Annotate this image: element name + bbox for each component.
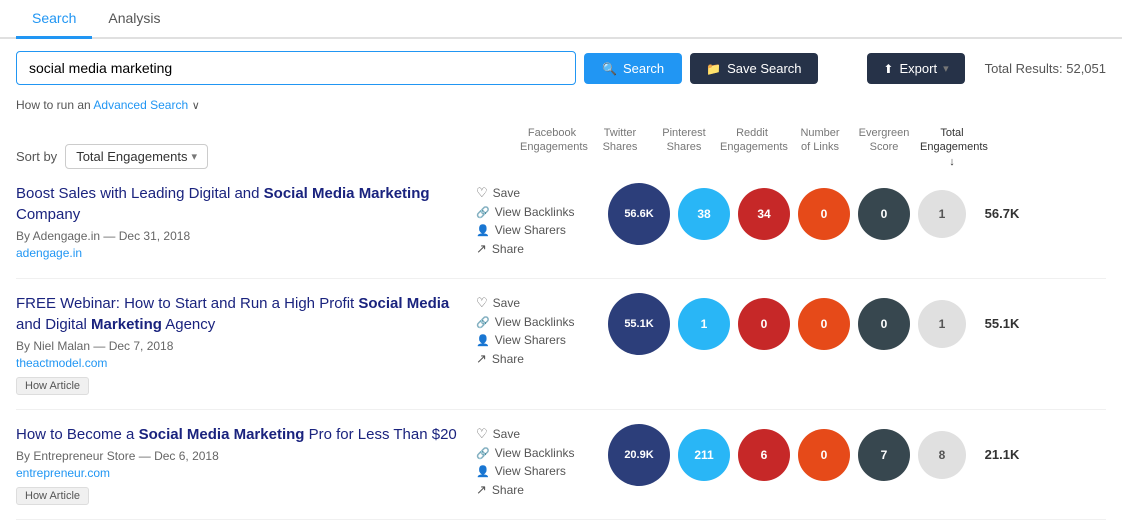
save-icon	[476, 185, 488, 201]
tabs-bar: Search Analysis	[0, 0, 1122, 39]
folder-icon	[706, 61, 721, 76]
metric-twitter: 1	[678, 298, 730, 350]
table-row: Boost Sales with Leading Digital and Soc…	[16, 169, 1106, 279]
chevron-down-icon: ▾	[943, 62, 949, 75]
export-icon	[883, 61, 893, 76]
metric-evergreen: 1	[918, 190, 966, 238]
tab-analysis[interactable]: Analysis	[92, 0, 176, 39]
metric-links: 0	[858, 298, 910, 350]
search-button[interactable]: Search	[584, 53, 682, 84]
metric-twitter: 211	[678, 429, 730, 481]
save-action[interactable]: Save	[476, 295, 596, 311]
result-url-3[interactable]: entrepreneur.com	[16, 466, 476, 480]
metric-pinterest: 0	[738, 298, 790, 350]
view-backlinks-action[interactable]: View Backlinks	[476, 315, 596, 329]
result-actions-1: Save View Backlinks View Sharers Share	[476, 183, 596, 257]
col-header-pinterest: PinterestShares	[652, 126, 716, 169]
view-backlinks-action[interactable]: View Backlinks	[476, 446, 596, 460]
search-input[interactable]	[16, 51, 576, 85]
metric-evergreen: 8	[918, 431, 966, 479]
result-content-1: Boost Sales with Leading Digital and Soc…	[16, 183, 476, 264]
result-metrics-2: 55.1K 1 0 0 0 1 55.1K	[604, 293, 1034, 355]
advanced-search-chevron: ∨	[192, 100, 200, 112]
result-metrics-1: 56.6K 38 34 0 0 1 56.7K	[604, 183, 1034, 245]
export-button[interactable]: Export ▾	[867, 53, 964, 84]
metric-total: 56.7K	[974, 206, 1030, 221]
table-row: How to Become a Social Media Marketing P…	[16, 410, 1106, 520]
col-header-reddit: RedditEngagements	[716, 126, 788, 169]
view-sharers-action[interactable]: View Sharers	[476, 464, 596, 478]
user-icon	[476, 464, 490, 478]
sort-and-headers: Sort by Total Engagements ▾ FacebookEnga…	[0, 120, 1122, 169]
col-header-twitter: TwitterShares	[588, 126, 652, 169]
user-icon	[476, 223, 490, 237]
share-icon	[476, 482, 487, 498]
save-action[interactable]: Save	[476, 426, 596, 442]
result-meta-3: By Entrepreneur Store — Dec 6, 2018	[16, 449, 476, 463]
col-header-total: TotalEngagements ↓	[916, 126, 988, 169]
result-meta-1: By Adengage.in — Dec 31, 2018	[16, 229, 476, 243]
result-metrics-3: 20.9K 211 6 0 7 8 21.1K	[604, 424, 1034, 486]
col-header-facebook: FacebookEngagements	[516, 126, 588, 169]
metric-facebook: 20.9K	[608, 424, 670, 486]
metric-facebook: 56.6K	[608, 183, 670, 245]
results-list: Boost Sales with Leading Digital and Soc…	[0, 169, 1122, 520]
result-tag-2: How Article	[16, 377, 89, 395]
metric-facebook: 55.1K	[608, 293, 670, 355]
save-action[interactable]: Save	[476, 185, 596, 201]
view-backlinks-action[interactable]: View Backlinks	[476, 205, 596, 219]
link-icon	[476, 315, 490, 329]
result-actions-2: Save View Backlinks View Sharers Share	[476, 293, 596, 367]
metric-twitter: 38	[678, 188, 730, 240]
view-sharers-action[interactable]: View Sharers	[476, 333, 596, 347]
result-content-2: FREE Webinar: How to Start and Run a Hig…	[16, 293, 476, 395]
share-icon	[476, 241, 487, 257]
metric-pinterest: 34	[738, 188, 790, 240]
share-action[interactable]: Share	[476, 482, 596, 498]
search-bar: Search Save Search Export ▾ Total Result…	[0, 39, 1122, 97]
metric-links: 7	[858, 429, 910, 481]
result-url-2[interactable]: theactmodel.com	[16, 356, 476, 370]
metric-total: 55.1K	[974, 316, 1030, 331]
metric-evergreen: 1	[918, 300, 966, 348]
save-icon	[476, 295, 488, 311]
total-results: Total Results: 52,051	[985, 61, 1106, 76]
column-headers: FacebookEngagements TwitterShares Pinter…	[516, 126, 988, 169]
tab-search[interactable]: Search	[16, 0, 92, 39]
result-url-1[interactable]: adengage.in	[16, 246, 476, 260]
result-actions-3: Save View Backlinks View Sharers Share	[476, 424, 596, 498]
save-icon	[476, 426, 488, 442]
metric-reddit: 0	[798, 298, 850, 350]
table-row: FREE Webinar: How to Start and Run a Hig…	[16, 279, 1106, 410]
result-title-1: Boost Sales with Leading Digital and Soc…	[16, 183, 476, 225]
metric-reddit: 0	[798, 188, 850, 240]
user-icon	[476, 333, 490, 347]
metric-total: 21.1K	[974, 447, 1030, 462]
share-action[interactable]: Share	[476, 351, 596, 367]
share-icon	[476, 351, 487, 367]
search-icon	[602, 61, 617, 76]
advanced-search-link[interactable]: How to run an Advanced Search ∨	[0, 97, 1122, 120]
metric-links: 0	[858, 188, 910, 240]
metric-pinterest: 6	[738, 429, 790, 481]
share-action[interactable]: Share	[476, 241, 596, 257]
sort-select[interactable]: Total Engagements ▾	[65, 144, 208, 169]
col-header-evergreen: EvergreenScore	[852, 126, 916, 169]
link-icon	[476, 205, 490, 219]
sort-label: Sort by	[16, 149, 57, 164]
save-search-button[interactable]: Save Search	[690, 53, 817, 84]
result-title-3: How to Become a Social Media Marketing P…	[16, 424, 476, 445]
col-header-links: Numberof Links	[788, 126, 852, 169]
sort-row: Sort by Total Engagements ▾	[16, 144, 396, 169]
result-tag-3: How Article	[16, 487, 89, 505]
result-title-2: FREE Webinar: How to Start and Run a Hig…	[16, 293, 476, 335]
result-meta-2: By Niel Malan — Dec 7, 2018	[16, 339, 476, 353]
result-content-3: How to Become a Social Media Marketing P…	[16, 424, 476, 505]
sort-chevron: ▾	[191, 150, 197, 163]
link-icon	[476, 446, 490, 460]
view-sharers-action[interactable]: View Sharers	[476, 223, 596, 237]
metric-reddit: 0	[798, 429, 850, 481]
